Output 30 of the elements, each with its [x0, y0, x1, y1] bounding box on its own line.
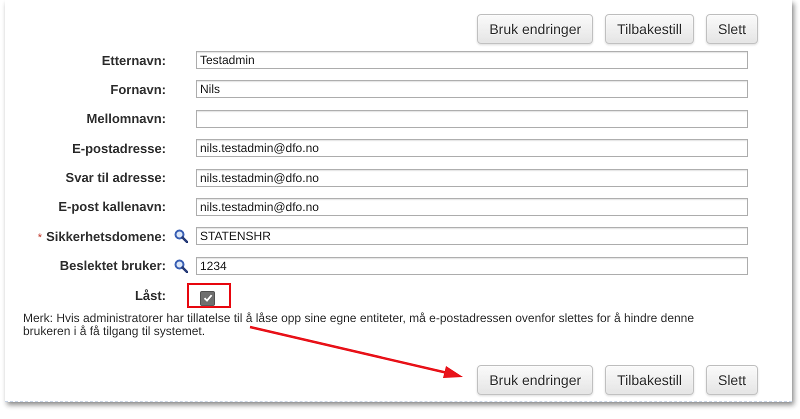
apply-button[interactable]: Bruk endringer [477, 365, 594, 396]
reset-button[interactable]: Tilbakestill [605, 365, 694, 396]
field-label: Mellomnavn: [86, 111, 166, 126]
reset-button[interactable]: Tilbakestill [605, 14, 694, 44]
checkbox[interactable] [200, 290, 215, 306]
text-field[interactable]: STATENSHR [196, 227, 748, 246]
field-label: Beslektet bruker: [60, 258, 166, 274]
text-field[interactable]: 1234 [196, 256, 748, 275]
text-field[interactable]: nils.testadmin@dfo.no [196, 139, 748, 158]
required-mark: * [38, 232, 42, 244]
checkmark-icon [202, 293, 212, 304]
delete-button[interactable]: Slett [706, 365, 758, 396]
field-label: E-post kallenavn: [58, 199, 166, 214]
field-label: Fornavn: [110, 82, 166, 97]
text-field[interactable]: nils.testadmin@dfo.no [196, 198, 748, 216]
note-text: Merk: Hvis administratorer har tillatelse til å låse opp sine egne entiteter, må e-postadressen ovenfor slettes for å hindre denne brukeren i å få tilgang til systemet. [23, 312, 696, 338]
text-field[interactable]: Testadmin [196, 51, 748, 69]
search-icon[interactable] [174, 258, 188, 273]
field-label: E-postadresse: [72, 140, 166, 156]
apply-button[interactable]: Bruk endringer [477, 14, 594, 44]
text-field[interactable]: Nils [196, 80, 748, 98]
delete-button[interactable]: Slett [706, 14, 758, 44]
field-label: Låst: [134, 288, 166, 303]
search-icon[interactable] [174, 229, 188, 244]
text-field[interactable]: nils.testadmin@dfo.no [196, 168, 748, 187]
field-label: Sikkerhetsdomene: [46, 228, 166, 244]
field-label: Svar til adresse: [66, 170, 166, 186]
field-label: Etternavn: [102, 52, 166, 68]
text-field[interactable] [196, 110, 748, 128]
highlight-box [187, 283, 231, 308]
